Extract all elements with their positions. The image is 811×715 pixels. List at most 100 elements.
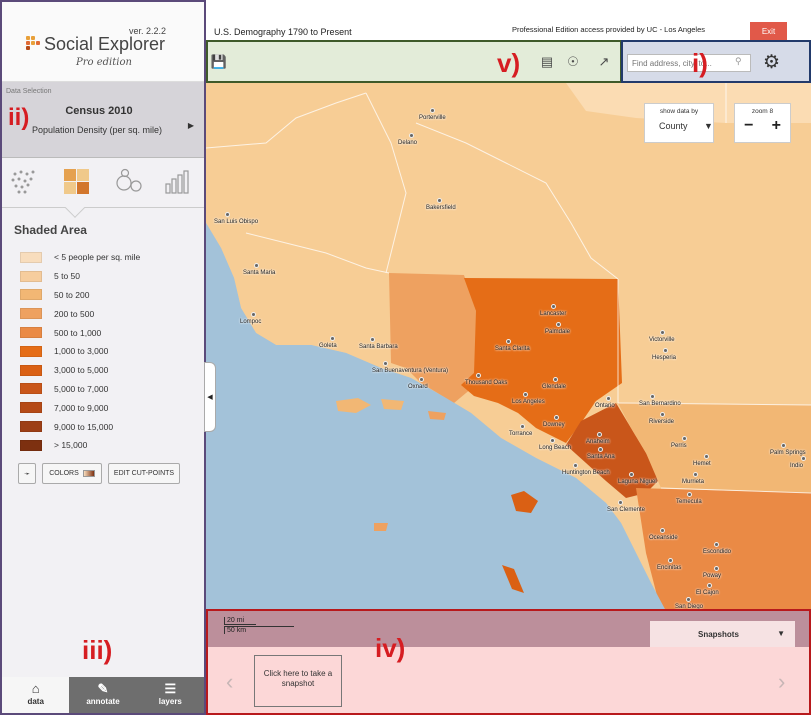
legend-label: < 5 people per sq. mile (54, 252, 141, 263)
city-dot[interactable] (598, 447, 603, 452)
legend-toggle-icon[interactable]: ▤ (538, 54, 556, 72)
city-label: Downey (543, 422, 565, 428)
chevron-right-icon[interactable]: ▶ (188, 121, 194, 130)
city-dot[interactable] (629, 472, 634, 477)
city-dot[interactable] (251, 312, 256, 317)
show-data-by-control[interactable]: show data by County ▼ (644, 103, 714, 143)
export-icon[interactable]: ↗ (595, 54, 613, 72)
edit-cut-points-button[interactable]: EDIT CUT-POINTS (108, 463, 180, 484)
chevron-right-icon[interactable]: › (778, 669, 785, 695)
search-icon[interactable]: ⚲ (735, 56, 742, 67)
city-dot[interactable] (618, 500, 623, 505)
city-dot[interactable] (668, 558, 673, 563)
nav-tab-data[interactable]: ⌂ data (2, 677, 70, 713)
city-dot[interactable] (693, 472, 698, 477)
link-icon[interactable]: ➛ (18, 463, 36, 484)
dot-density-icon[interactable] (10, 168, 40, 196)
city-dot[interactable] (704, 454, 709, 459)
city-dot[interactable] (437, 198, 442, 203)
city-label: San Luis Obispo (214, 219, 259, 225)
visualization-tabs (2, 158, 204, 218)
chevron-left-icon[interactable]: ‹ (226, 669, 233, 695)
city-dot[interactable] (383, 361, 388, 366)
city-dot[interactable] (597, 432, 602, 437)
legend-swatch (20, 439, 42, 451)
city-dot[interactable] (520, 424, 525, 429)
share-icon[interactable]: ☉ (564, 54, 582, 72)
sidebar-collapse-button[interactable]: ◀ (204, 362, 216, 432)
legend-label: 7,000 to 9,000 (54, 402, 109, 413)
take-snapshot-button[interactable]: Click here to take a snapshot (254, 655, 342, 707)
nav-tab-annotate[interactable]: ✎ annotate (69, 677, 137, 713)
city-dot[interactable] (409, 133, 414, 138)
city-dot[interactable] (781, 443, 786, 448)
city-dot[interactable] (554, 415, 559, 420)
city-dot[interactable] (606, 396, 611, 401)
city-label: Porterville (419, 115, 446, 121)
legend-label: 9,000 to 15,000 (54, 421, 114, 432)
city-label: Huntington Beach (562, 470, 610, 476)
legend-item: 7,000 to 9,000 (20, 398, 140, 417)
city-dot[interactable] (476, 373, 481, 378)
city-dot[interactable] (550, 438, 555, 443)
city-dot[interactable] (660, 528, 665, 533)
app-root: ver. 2.2.2 Social Explorer Pro edition D… (0, 0, 811, 715)
city-label: Delano (398, 140, 418, 146)
annotation-i: i) (692, 48, 708, 78)
city-dot[interactable] (660, 330, 665, 335)
city-dot[interactable] (506, 339, 511, 344)
data-selection-panel[interactable]: Data Selection Census 2010 Population De… (2, 82, 204, 158)
city-dot[interactable] (707, 583, 712, 588)
zoom-level-label: zoom 8 (751, 108, 774, 115)
city-dot[interactable] (663, 348, 668, 353)
city-dot[interactable] (714, 566, 719, 571)
shaded-area-icon[interactable] (62, 168, 92, 196)
nav-tab-layers[interactable]: ☰ layers (136, 677, 204, 713)
caret-down-icon: ▼ (777, 629, 785, 638)
city-dot[interactable] (551, 304, 556, 309)
city-dot[interactable] (682, 436, 687, 441)
city-dot[interactable] (553, 377, 558, 382)
save-icon[interactable]: 💾 (210, 54, 228, 72)
show-data-by-label: show data by (659, 108, 699, 115)
legend-item: 5 to 50 (20, 267, 140, 286)
legend-item: 50 to 200 (20, 286, 140, 305)
city-dot[interactable] (225, 212, 230, 217)
city-label: Murrieta (682, 479, 705, 485)
geography-select[interactable]: County ▼ (659, 121, 713, 131)
legend-label: 200 to 500 (54, 308, 95, 319)
city-dot[interactable] (660, 412, 665, 417)
city-dot[interactable] (523, 392, 528, 397)
gear-icon[interactable]: ⚙ (763, 51, 780, 74)
logo-icon (26, 36, 40, 50)
exit-button[interactable]: Exit (750, 22, 787, 40)
city-dot[interactable] (330, 336, 335, 341)
city-dot[interactable] (556, 322, 561, 327)
zoom-in-button[interactable]: + (772, 117, 781, 135)
city-dot[interactable] (370, 337, 375, 342)
snapshot-panel: 20 mi 50 km Snapshots ▼ ‹ Click here to … (206, 609, 811, 715)
channel-island-4 (374, 523, 388, 531)
city-dot[interactable] (801, 456, 806, 461)
city-label: Goleta (319, 343, 337, 349)
city-dot[interactable] (419, 377, 424, 382)
city-dot[interactable] (650, 394, 655, 399)
city-label: Bakersfield (426, 205, 456, 211)
city-dot[interactable] (430, 108, 435, 113)
map-bottom-strip: 20 mi 50 km Snapshots ▼ (208, 611, 809, 647)
snapshots-tab[interactable]: Snapshots ▼ (650, 621, 795, 647)
city-dot[interactable] (687, 492, 692, 497)
city-label: Santa Ana (587, 454, 615, 460)
city-dot[interactable] (686, 597, 691, 602)
zoom-out-button[interactable]: − (744, 117, 753, 135)
colors-button-label: COLORS (49, 470, 79, 477)
colors-button[interactable]: COLORS (42, 463, 102, 484)
city-dot[interactable] (254, 263, 259, 268)
bubbles-icon[interactable] (114, 168, 144, 196)
chevron-left-icon: ◀ (207, 394, 213, 401)
map-canvas[interactable]: Porterville Delano Bakersfield San Luis Obi… (206, 83, 811, 611)
city-dot[interactable] (714, 542, 719, 547)
search-input[interactable] (627, 54, 751, 72)
bar-chart-icon[interactable] (162, 168, 192, 196)
city-dot[interactable] (573, 463, 578, 468)
